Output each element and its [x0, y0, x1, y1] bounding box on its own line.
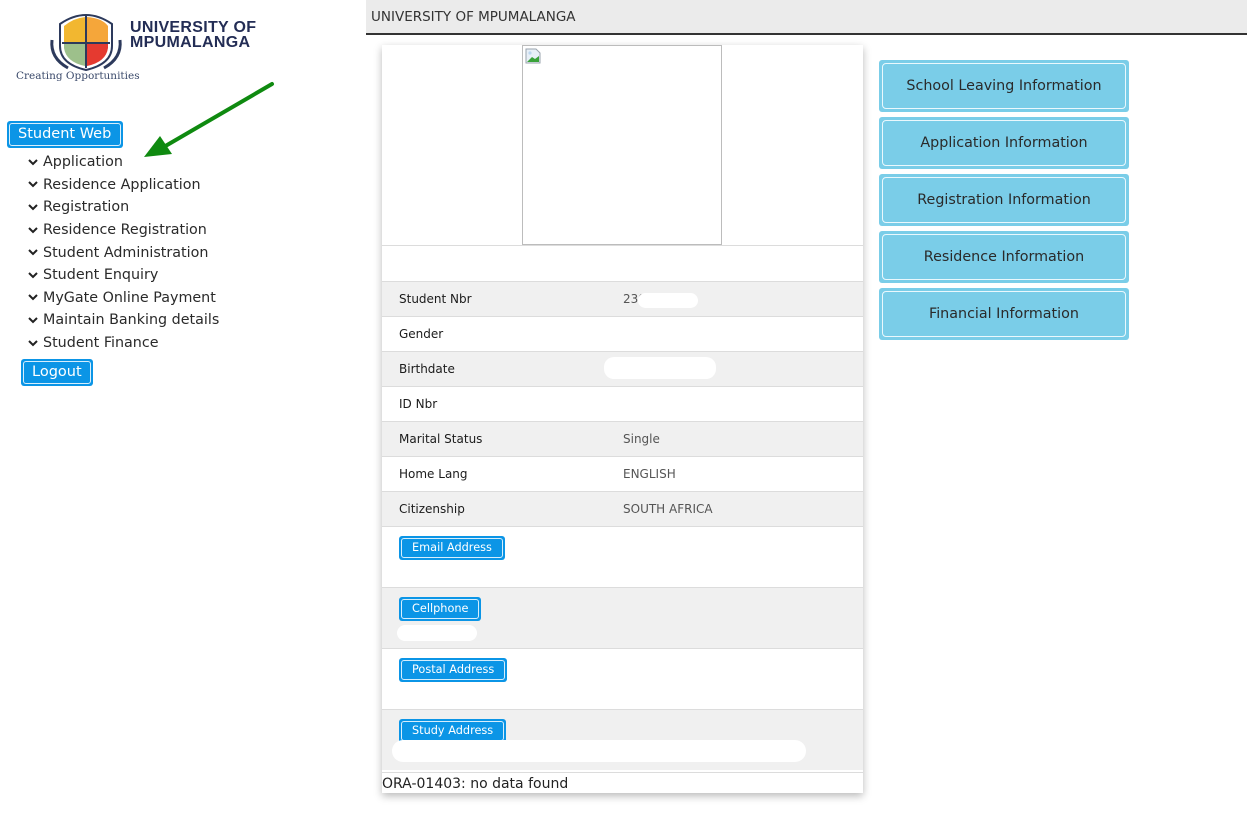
sidebar-item-label: Residence Application	[43, 176, 201, 193]
field-row-birthdate: Birthdate	[382, 351, 863, 386]
residence-information-button[interactable]: Residence Information	[879, 231, 1129, 283]
blank-row	[382, 245, 863, 281]
page-title: UNIVERSITY OF MPUMALANGA	[371, 9, 576, 25]
field-label: Marital Status	[399, 432, 483, 446]
field-label: Birthdate	[399, 362, 455, 376]
field-value: ENGLISH	[623, 467, 676, 481]
info-button-panel: School Leaving Information Application I…	[879, 60, 1129, 345]
field-label: ID Nbr	[399, 397, 438, 411]
cellphone-button[interactable]: Cellphone	[399, 597, 482, 621]
field-row-marital-status: Marital Status Single	[382, 421, 863, 456]
sidebar-item-student-enquiry[interactable]: Student Enquiry	[28, 264, 219, 287]
sidebar-item-label: Maintain Banking details	[43, 312, 220, 329]
university-logo: UNIVERSITY OF MPUMALANGA Creating Opport…	[14, 8, 274, 88]
postal-address-button[interactable]: Postal Address	[399, 658, 508, 682]
sidebar: UNIVERSITY OF MPUMALANGA Creating Opport…	[0, 0, 300, 836]
logout-label: Logout	[23, 361, 91, 384]
sidebar-item-maintain-banking-details[interactable]: Maintain Banking details	[28, 309, 219, 332]
chevron-down-icon	[28, 226, 43, 234]
sidebar-item-student-administration[interactable]: Student Administration	[28, 241, 219, 264]
field-row-id-nbr: ID Nbr	[382, 386, 863, 421]
sidebar-item-label: Registration	[43, 199, 130, 216]
button-label: Residence Information	[882, 234, 1126, 280]
button-label: Postal Address	[401, 660, 506, 680]
sidebar-menu: Application Residence Application Regist…	[28, 151, 219, 354]
field-value: Single	[623, 432, 660, 446]
logo-title-line1: UNIVERSITY OF	[130, 19, 257, 36]
sidebar-item-student-finance[interactable]: Student Finance	[28, 332, 219, 355]
annotation-arrow-icon	[144, 82, 274, 157]
redaction	[397, 625, 477, 641]
chevron-down-icon	[28, 204, 43, 211]
logout-button[interactable]: Logout	[21, 359, 93, 386]
contact-row-study: Study Address	[382, 709, 863, 770]
redaction	[392, 740, 806, 762]
school-leaving-information-button[interactable]: School Leaving Information	[879, 60, 1129, 112]
chevron-down-icon	[28, 339, 43, 347]
redaction	[604, 357, 716, 379]
button-label: Study Address	[401, 721, 505, 741]
student-web-button[interactable]: Student Web	[7, 121, 124, 148]
financial-information-button[interactable]: Financial Information	[879, 288, 1129, 340]
button-label: School Leaving Information	[882, 63, 1126, 109]
field-value: SOUTH AFRICA	[623, 502, 713, 516]
logo-title: UNIVERSITY OF MPUMALANGA	[130, 19, 257, 51]
contact-row-cellphone: Cellphone	[382, 587, 863, 648]
sidebar-item-mygate-online-payment[interactable]: MyGate Online Payment	[28, 287, 219, 310]
field-label: Home Lang	[399, 467, 468, 481]
error-message: ORA-01403: no data found	[382, 772, 863, 792]
sidebar-item-application[interactable]: Application	[28, 151, 219, 174]
sidebar-item-label: Student Enquiry	[43, 267, 159, 284]
sidebar-item-label: MyGate Online Payment	[43, 289, 216, 306]
sidebar-item-label: Student Finance	[43, 335, 159, 352]
contact-row-email: Email Address	[382, 526, 863, 587]
student-web-label: Student Web	[9, 123, 122, 146]
field-label: Student Nbr	[399, 292, 472, 306]
profile-fields: Student Nbr 230 Gender Birthdate ID Nbr …	[382, 245, 863, 770]
sidebar-item-label: Application	[43, 154, 123, 171]
logo-title-line2: MPUMALANGA	[130, 34, 251, 51]
button-label: Email Address	[401, 538, 503, 558]
field-row-home-lang: Home Lang ENGLISH	[382, 456, 863, 491]
sidebar-item-label: Student Administration	[43, 244, 209, 261]
sidebar-item-registration[interactable]: Registration	[28, 196, 219, 219]
header-bar: UNIVERSITY OF MPUMALANGA	[366, 0, 1247, 35]
chevron-down-icon	[28, 294, 43, 301]
chevron-down-icon	[28, 181, 43, 188]
logo-tagline: Creating Opportunities	[16, 70, 140, 82]
sidebar-item-residence-application[interactable]: Residence Application	[28, 174, 219, 197]
field-row-gender: Gender	[382, 316, 863, 351]
sidebar-item-residence-registration[interactable]: Residence Registration	[28, 219, 219, 242]
field-label: Citizenship	[399, 502, 465, 516]
chevron-down-icon	[28, 159, 43, 166]
field-label: Gender	[399, 327, 444, 341]
button-label: Cellphone	[401, 599, 480, 619]
chevron-down-icon	[28, 317, 43, 324]
broken-image-icon	[525, 48, 541, 64]
chevron-down-icon	[28, 249, 43, 256]
contact-row-postal: Postal Address	[382, 648, 863, 709]
student-photo	[522, 45, 722, 245]
student-profile-card: Student Nbr 230 Gender Birthdate ID Nbr …	[382, 45, 863, 793]
redaction	[638, 293, 698, 308]
button-label: Financial Information	[882, 291, 1126, 337]
email-address-button[interactable]: Email Address	[399, 536, 505, 560]
button-label: Registration Information	[882, 177, 1126, 223]
field-row-student-nbr: Student Nbr 230	[382, 281, 863, 316]
application-information-button[interactable]: Application Information	[879, 117, 1129, 169]
sidebar-item-label: Residence Registration	[43, 222, 207, 239]
chevron-down-icon	[28, 272, 43, 279]
registration-information-button[interactable]: Registration Information	[879, 174, 1129, 226]
crest-icon	[50, 14, 122, 72]
field-row-citizenship: Citizenship SOUTH AFRICA	[382, 491, 863, 526]
button-label: Application Information	[882, 120, 1126, 166]
